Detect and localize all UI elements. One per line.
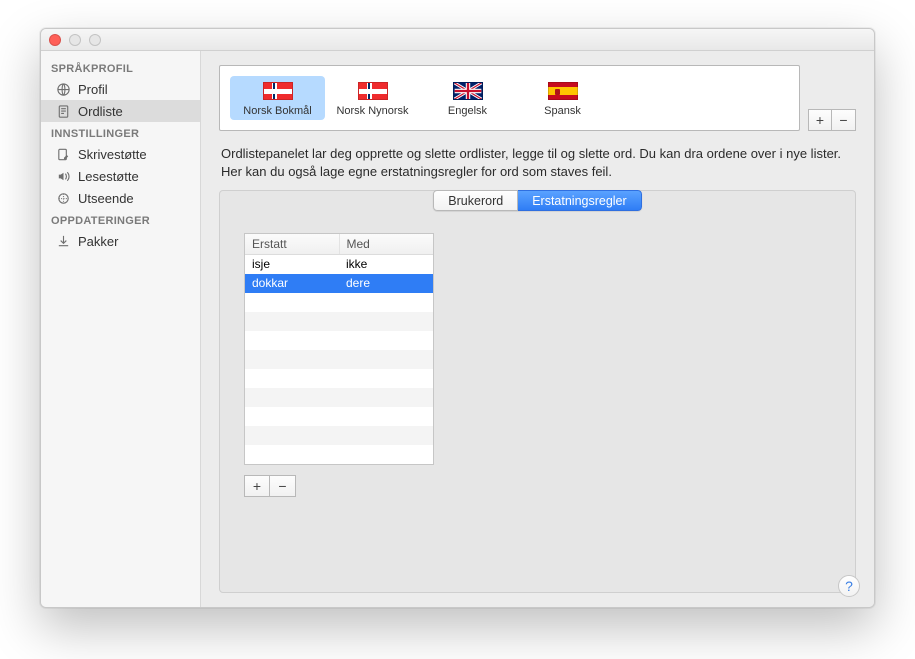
sidebar-item-pakker[interactable]: Pakker	[41, 230, 200, 252]
cell-with: dere	[339, 274, 433, 293]
column-with[interactable]: Med	[340, 234, 434, 254]
sidebar-item-label: Skrivestøtte	[78, 147, 147, 162]
language-add-button[interactable]: +	[808, 109, 832, 131]
table-row[interactable]	[245, 350, 433, 369]
sidebar-section-header: OPPDATERINGER	[41, 209, 200, 230]
sidebar-item-utseende[interactable]: Utseende	[41, 187, 200, 209]
sidebar-item-lesestøtte[interactable]: Lesestøtte	[41, 165, 200, 187]
sidebar-section-header: SPRÅKPROFIL	[41, 57, 200, 78]
language-bar: Norsk BokmålNorsk NynorskEngelskSpansk	[219, 65, 800, 131]
table-row[interactable]: dokkardere	[245, 274, 433, 293]
help-button[interactable]: ?	[838, 575, 860, 597]
table-row[interactable]	[245, 293, 433, 312]
language-label: Norsk Bokmål	[230, 105, 325, 117]
row-add-button[interactable]: +	[244, 475, 270, 497]
flag-icon	[263, 82, 293, 100]
language-item[interactable]: Norsk Bokmål	[230, 76, 325, 120]
titlebar	[41, 29, 874, 51]
table-row[interactable]	[245, 331, 433, 350]
sidebar-item-label: Ordliste	[78, 104, 123, 119]
flag-icon	[358, 82, 388, 100]
table-row[interactable]	[245, 369, 433, 388]
window-zoom-button[interactable]	[89, 34, 101, 46]
sidebar-item-label: Profil	[78, 82, 108, 97]
cell-replace: isje	[245, 255, 339, 274]
main-panel: Norsk BokmålNorsk NynorskEngelskSpansk +…	[201, 51, 874, 607]
table-row[interactable]	[245, 312, 433, 331]
table-header: Erstatt Med	[245, 234, 433, 255]
table-row[interactable]	[245, 407, 433, 426]
wordlist-panel: Brukerord Erstatningsregler Erstatt Med …	[219, 190, 856, 593]
cell-with: ikke	[339, 255, 433, 274]
sidebar: SPRÅKPROFIL Profil Ordliste INNSTILLINGER Sk…	[41, 51, 201, 607]
table-row[interactable]: isjeikke	[245, 255, 433, 274]
sidebar-item-label: Pakker	[78, 234, 118, 249]
window-minimize-button[interactable]	[69, 34, 81, 46]
sidebar-section-header: INNSTILLINGER	[41, 122, 200, 143]
language-label: Norsk Nynorsk	[325, 105, 420, 117]
row-remove-button[interactable]: −	[270, 475, 296, 497]
sidebar-item-ordliste[interactable]: Ordliste	[41, 100, 200, 122]
cell-replace: dokkar	[245, 274, 339, 293]
window-close-button[interactable]	[49, 34, 61, 46]
panel-description: Ordlistepanelet lar deg opprette og slet…	[221, 145, 854, 180]
flag-icon	[548, 82, 578, 100]
replacement-table[interactable]: Erstatt Med isjeikkedokkardere	[244, 233, 434, 465]
language-item[interactable]: Norsk Nynorsk	[325, 76, 420, 120]
download-icon	[55, 233, 71, 249]
table-body[interactable]: isjeikkedokkardere	[245, 255, 433, 464]
language-label: Spansk	[515, 105, 610, 117]
tab-replacement-rules[interactable]: Erstatningsregler	[518, 190, 642, 211]
table-row[interactable]	[245, 426, 433, 445]
language-add-remove: + −	[808, 109, 856, 131]
appearance-icon	[55, 190, 71, 206]
table-row[interactable]	[245, 445, 433, 464]
language-remove-button[interactable]: −	[832, 109, 856, 131]
sidebar-item-label: Lesestøtte	[78, 169, 139, 184]
sidebar-item-profil[interactable]: Profil	[41, 78, 200, 100]
sidebar-item-label: Utseende	[78, 191, 134, 206]
traffic-lights	[49, 34, 101, 46]
flag-icon	[453, 82, 483, 100]
sidebar-item-skrivestøtte[interactable]: Skrivestøtte	[41, 143, 200, 165]
speaker-icon	[55, 168, 71, 184]
tab-user-words[interactable]: Brukerord	[433, 190, 518, 211]
page-icon	[55, 103, 71, 119]
table-row[interactable]	[245, 388, 433, 407]
language-item[interactable]: Spansk	[515, 76, 610, 120]
pencil-icon	[55, 146, 71, 162]
row-add-remove: + −	[244, 475, 831, 497]
language-item[interactable]: Engelsk	[420, 76, 515, 120]
language-label: Engelsk	[420, 105, 515, 117]
globe-icon	[55, 81, 71, 97]
column-replace[interactable]: Erstatt	[245, 234, 340, 254]
preferences-window: SPRÅKPROFIL Profil Ordliste INNSTILLINGER Sk…	[40, 28, 875, 608]
tab-switcher: Brukerord Erstatningsregler	[433, 190, 641, 211]
